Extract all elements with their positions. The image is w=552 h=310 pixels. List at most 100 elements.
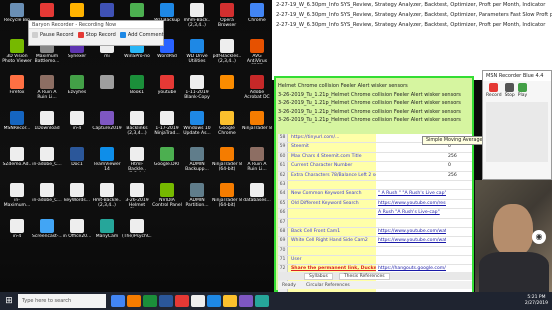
cell-a[interactable]: https://tinyurl.com/... xyxy=(288,134,376,143)
cell-b[interactable]: A Rush "A Rush's Live-cap" xyxy=(376,209,446,218)
msn-toolbar-button[interactable]: Stop xyxy=(505,83,515,98)
notepad-line[interactable]: 2-27-19_W_6.30pm_Info SYS_Review, Strate… xyxy=(272,10,552,20)
taskbar-app-icon[interactable] xyxy=(127,295,141,307)
desktop-icon[interactable]: in-4 xyxy=(2,218,32,252)
taskbar-app-icon[interactable] xyxy=(159,295,173,307)
cell-b[interactable] xyxy=(376,180,446,190)
cell-c[interactable] xyxy=(446,237,472,246)
desktop-icon[interactable]: youtube xyxy=(152,74,182,108)
taskbar-app-icon[interactable] xyxy=(239,295,253,307)
desktop-icon[interactable]: Google.DRT xyxy=(152,146,182,180)
desktop-icon[interactable]: Book1 xyxy=(122,74,152,108)
desktop-icon[interactable]: Screencast-... xyxy=(32,218,62,252)
desktop-icon[interactable]: TeamViewer 14 xyxy=(92,146,122,180)
desktop-icon[interactable]: Adobe Acrobat DC xyxy=(242,74,272,108)
desktop-icon[interactable]: Windows 10 Update As... xyxy=(182,110,212,144)
desktop-icon[interactable]: Ezvyhes xyxy=(62,74,92,108)
desktop-icon[interactable]: ADMIN Backupp... xyxy=(182,146,212,180)
desktop-icon[interactable]: NinjaTrader 8 (64-bit) xyxy=(212,146,242,180)
cell-b[interactable]: https://www.youtube.com/watch?v=_x9 xyxy=(376,237,446,246)
desktop-icon[interactable]: MSNRecor... xyxy=(2,110,32,144)
desktop-icon[interactable]: Firefox xyxy=(2,74,32,108)
camera-icon[interactable]: ◉ xyxy=(532,230,546,244)
taskbar-app-icon[interactable] xyxy=(223,295,237,307)
cell-c[interactable]: 256 xyxy=(446,152,472,162)
desktop-icon[interactable]: Doc1 xyxy=(62,146,92,180)
windows-logo-icon[interactable]: ⊞ xyxy=(0,292,18,310)
desktop-icon[interactable]: WD Drive Utilities xyxy=(182,38,212,72)
cell-a[interactable] xyxy=(288,209,376,218)
taskbar-app-icon[interactable] xyxy=(111,295,125,307)
cell-c[interactable]: 256 xyxy=(446,171,472,180)
desktop-icon[interactable]: in-Maximum... xyxy=(2,182,32,216)
desktop-icon[interactable]: pdf-Backles.. (2,3,4..) xyxy=(212,38,242,72)
cell-b[interactable] xyxy=(376,218,446,227)
desktop-icon[interactable]: mhm-Back.. (2,3,4..) xyxy=(182,2,212,36)
cell-a[interactable]: User xyxy=(288,256,376,265)
msn-toolbar-button[interactable]: Play xyxy=(518,83,527,98)
msn-toolbar-button[interactable]: Record xyxy=(486,83,502,98)
notepad-line[interactable]: 2-27-19_W_6.30pm_Info SYS_Review, Strate… xyxy=(272,0,552,10)
cell-c[interactable] xyxy=(446,256,472,265)
desktop-icon[interactable]: 1Download xyxy=(32,110,62,144)
cell-a[interactable]: White Cell Right Hand Side Cam2 xyxy=(288,237,376,246)
taskbar-app-icon[interactable] xyxy=(191,295,205,307)
desktop-icon[interactable]: 3-26-2019 Helmet Chro... xyxy=(122,182,152,216)
cell-a[interactable]: Extra Characters 78/Balance Left 2 see xyxy=(288,171,376,180)
desktop-icon[interactable]: 1-11-2019 Blank-Copy xyxy=(182,74,212,108)
desktop-icon[interactable]: in-4 xyxy=(62,110,92,144)
desktop-icon[interactable]: NinjaTrader 8 (64-bit) xyxy=(212,182,242,216)
cell-c[interactable] xyxy=(446,246,472,256)
desktop-icon[interactable]: Hmt-Backle.. (2,3,4..) xyxy=(92,182,122,216)
recorder-button[interactable]: Add Comment xyxy=(119,32,164,38)
cell-b[interactable] xyxy=(376,171,446,180)
cell-c[interactable]: 0 xyxy=(446,162,472,171)
taskbar-app-icon[interactable] xyxy=(143,295,157,307)
cell-b[interactable]: https://www.youtube.com/results?search xyxy=(376,199,446,209)
sheet-tab[interactable]: Syllabus xyxy=(304,272,333,280)
desktop-icon[interactable]: (The)PsychC... xyxy=(122,218,152,252)
desktop-icon[interactable]: in-adobe_C... xyxy=(32,146,62,180)
cell-b[interactable] xyxy=(376,152,446,162)
desktop-icon[interactable]: NVIDIA Control Panel xyxy=(152,182,182,216)
desktop-icon[interactable]: A Ruin A Ruin Li... xyxy=(32,74,62,108)
cell-c[interactable] xyxy=(446,218,472,227)
cell-a[interactable] xyxy=(288,218,376,227)
desktop-icon[interactable] xyxy=(212,74,242,108)
desktop-icon[interactable]: 1-17-2019 NinjaTrad... xyxy=(152,110,182,144)
desktop-icon[interactable]: SZdemo.Ad.. xyxy=(2,146,32,180)
desktop-icon[interactable]: Chrome xyxy=(242,2,272,36)
taskbar-app-icon[interactable] xyxy=(207,295,221,307)
clock[interactable]: 5:21 PM 2/27/2019 xyxy=(525,295,548,307)
desktop-icon[interactable]: A Ruin A Ruin Li... xyxy=(242,146,272,180)
sheet-tab[interactable]: Thesis References xyxy=(338,272,390,280)
recorder-button[interactable]: Pause Record xyxy=(32,32,74,38)
taskbar-app-icon[interactable] xyxy=(255,295,269,307)
desktop-icon[interactable]: Google Chrome xyxy=(212,110,242,144)
cell-b[interactable] xyxy=(376,162,446,171)
desktop-icon[interactable]: Html-Backle.. (2,3,4..) xyxy=(122,146,152,180)
notepad-line[interactable]: 2-27-19_W_6.30pm_Info SYS_Review, Strate… xyxy=(272,20,552,30)
recorder-button[interactable]: Stop Record xyxy=(77,32,116,38)
desktop-icon[interactable]: ManyCam xyxy=(92,218,122,252)
desktop-icon[interactable]: Backlinks (2,3,4...) xyxy=(122,110,152,144)
desktop-icon[interactable]: Opera Browser xyxy=(212,2,242,36)
desktop-icon[interactable]: AVG AntiVirus FREE xyxy=(242,38,272,72)
cell-c[interactable] xyxy=(446,209,472,218)
cell-b[interactable]: https://www.youtube.com/watch?v=m11 xyxy=(376,227,446,237)
search-input[interactable]: Type here to search xyxy=(18,294,106,308)
desktop-icon[interactable]: NinjaTrader 8 xyxy=(242,110,272,144)
cell-a[interactable] xyxy=(288,180,376,190)
cell-a[interactable]: Current Character Number xyxy=(288,162,376,171)
cell-c[interactable] xyxy=(446,199,472,209)
desktop-icon[interactable]: Capture2019 xyxy=(92,110,122,144)
desktop-icon[interactable]: in Office20... xyxy=(62,218,92,252)
taskbar-app-icon[interactable] xyxy=(175,295,189,307)
desktop-icon[interactable]: in-adobe_C... xyxy=(32,182,62,216)
cell-c[interactable] xyxy=(446,180,472,190)
cell-b[interactable]: " A Rush " "A Rush's Live cap" xyxy=(376,190,446,199)
cell-a[interactable]: Max Chars 4 Steemit.com Title xyxy=(288,152,376,162)
desktop-icon[interactable] xyxy=(92,74,122,108)
desktop-icon[interactable]: ADMIN Partition... xyxy=(182,182,212,216)
cell-a[interactable] xyxy=(288,246,376,256)
